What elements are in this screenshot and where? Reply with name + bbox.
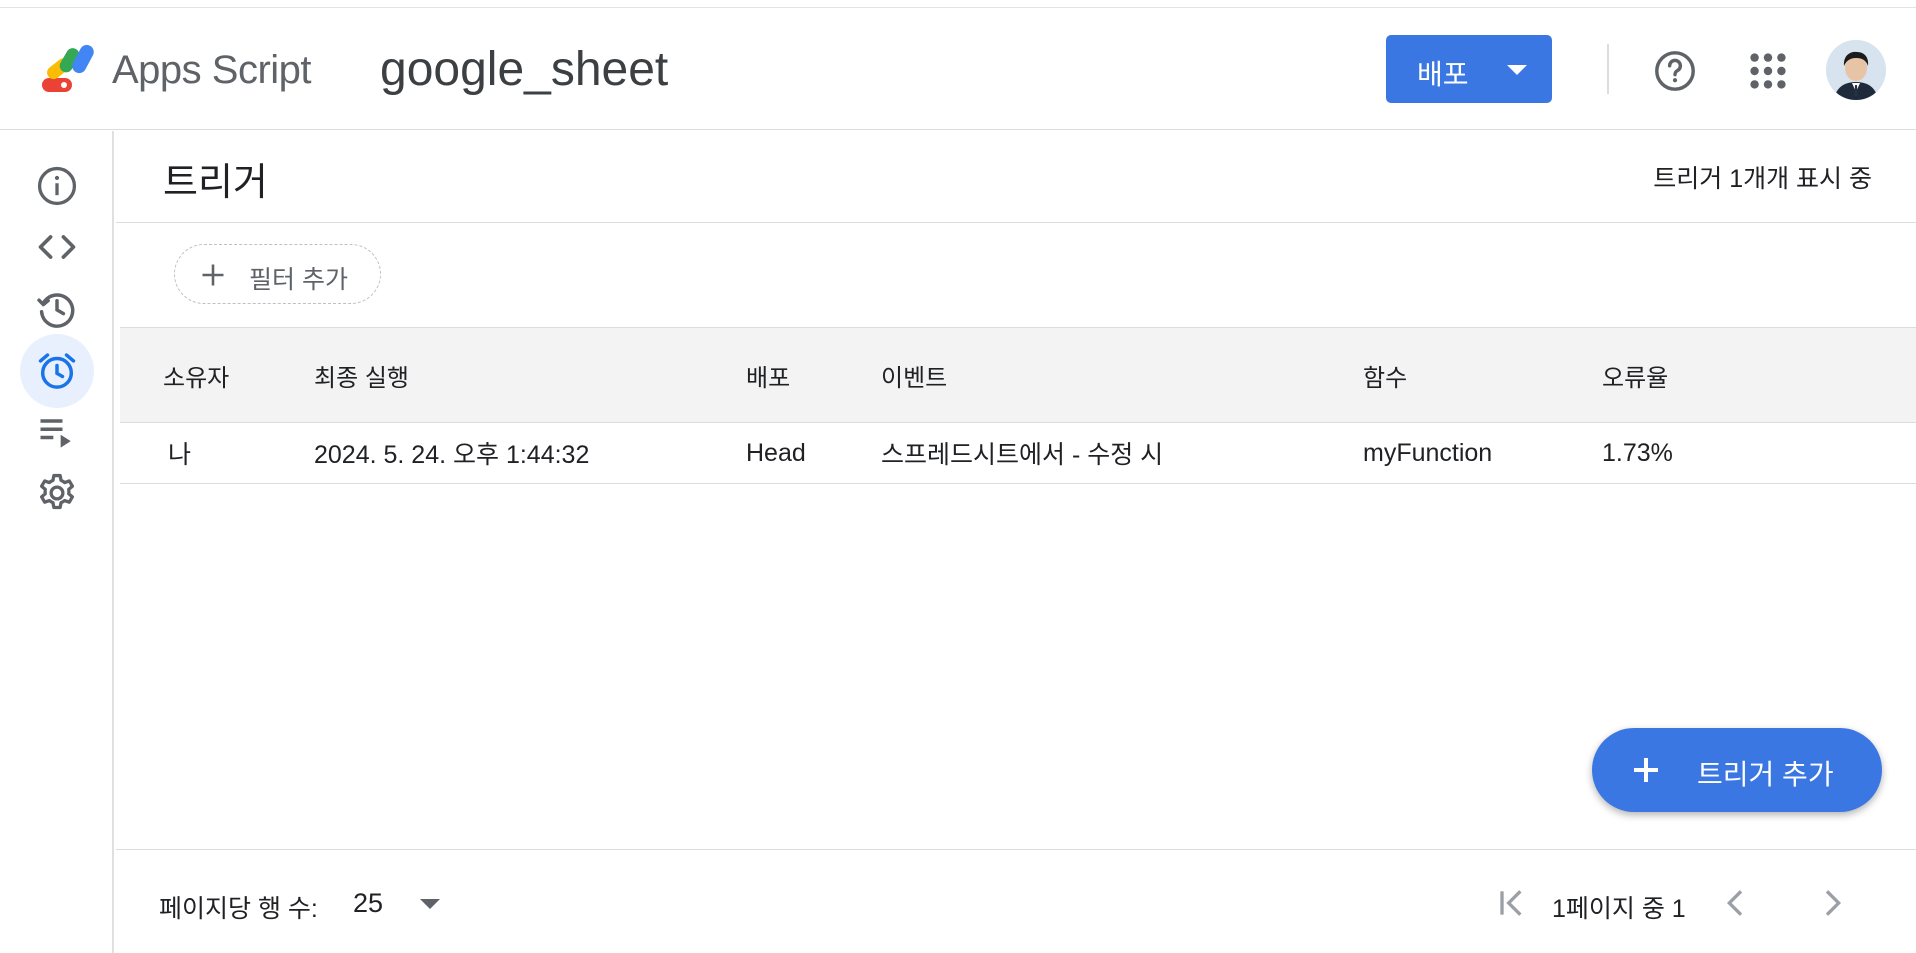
- gear-icon: [39, 473, 75, 510]
- column-header-error-rate[interactable]: 오류율: [1602, 328, 1668, 422]
- page-info: 1페이지 중 1: [1552, 895, 1686, 923]
- chevron-right-icon[interactable]: [1812, 883, 1852, 923]
- column-header-event[interactable]: 이벤트: [881, 328, 947, 422]
- add-trigger-label: 트리거 추가: [1697, 759, 1834, 790]
- brand-name: Apps Script: [112, 48, 312, 92]
- playlist-play-icon: [40, 419, 71, 448]
- history-icon: [37, 293, 75, 328]
- alarm-clock-icon: [38, 353, 76, 389]
- column-header-last-run[interactable]: 최종 실행: [314, 328, 409, 422]
- page-title: 트리거: [163, 162, 268, 204]
- code-icon: [38, 235, 76, 259]
- divider: [116, 849, 1916, 850]
- main-content: 트리거 트리거 1개개 표시 중 필터 추가 소유자 최종 실행 배포 이벤트 …: [116, 131, 1916, 953]
- first-page-icon[interactable]: [1492, 883, 1532, 923]
- column-header-deployment[interactable]: 배포: [746, 328, 790, 422]
- rows-per-page-label: 페이지당 행 수:: [159, 895, 318, 923]
- cell-function: myFunction: [1363, 438, 1493, 467]
- cell-error-rate: 1.73%: [1602, 438, 1673, 467]
- add-trigger-button[interactable]: 트리거 추가: [1592, 728, 1882, 812]
- cell-owner: 나: [168, 441, 192, 469]
- header-divider: [1607, 44, 1609, 94]
- rows-per-page-select[interactable]: 25: [353, 881, 463, 925]
- chevron-down-icon: [1507, 65, 1527, 75]
- avatar-portrait: [1826, 40, 1886, 100]
- triggers-table: 소유자 최종 실행 배포 이벤트 함수 오류율 나 2024. 5. 24. 오…: [120, 327, 1916, 484]
- table-row[interactable]: 나 2024. 5. 24. 오후 1:44:32 Head 스프레드시트에서 …: [120, 423, 1916, 484]
- apps-script-logo[interactable]: [40, 42, 102, 98]
- column-header-function[interactable]: 함수: [1363, 328, 1407, 422]
- column-header-owner[interactable]: 소유자: [163, 328, 229, 422]
- cell-event: 스프레드시트에서 - 수정 시: [881, 441, 1164, 469]
- avatar[interactable]: [1826, 40, 1886, 100]
- deploy-button[interactable]: 배포: [1386, 35, 1552, 103]
- app-header: Apps Script google_sheet 배포: [0, 8, 1916, 130]
- plus-icon: [202, 264, 224, 286]
- cell-deployment: Head: [746, 438, 806, 467]
- deploy-button-label: 배포: [1417, 59, 1469, 90]
- info-icon: [37, 166, 77, 206]
- apps-grid-icon[interactable]: [1745, 48, 1791, 94]
- cell-last-run: 2024. 5. 24. 오후 1:44:32: [314, 441, 590, 469]
- add-filter-button[interactable]: 필터 추가: [174, 244, 381, 304]
- table-header-row: 소유자 최종 실행 배포 이벤트 함수 오류율: [120, 327, 1916, 423]
- plus-icon: [1634, 758, 1658, 782]
- top-edge: [0, 0, 1916, 8]
- add-filter-label: 필터 추가: [249, 266, 348, 294]
- chevron-left-icon[interactable]: [1716, 883, 1756, 923]
- trigger-count-text: 트리거 1개개 표시 중: [1653, 165, 1872, 193]
- rows-per-page-value: 25: [353, 888, 384, 918]
- project-title[interactable]: google_sheet: [380, 42, 668, 97]
- dropdown-arrow-icon: [420, 899, 440, 909]
- nav-settings[interactable]: [20, 456, 94, 530]
- divider: [116, 222, 1916, 223]
- left-nav-rail: [0, 131, 114, 953]
- help-icon[interactable]: [1652, 48, 1698, 94]
